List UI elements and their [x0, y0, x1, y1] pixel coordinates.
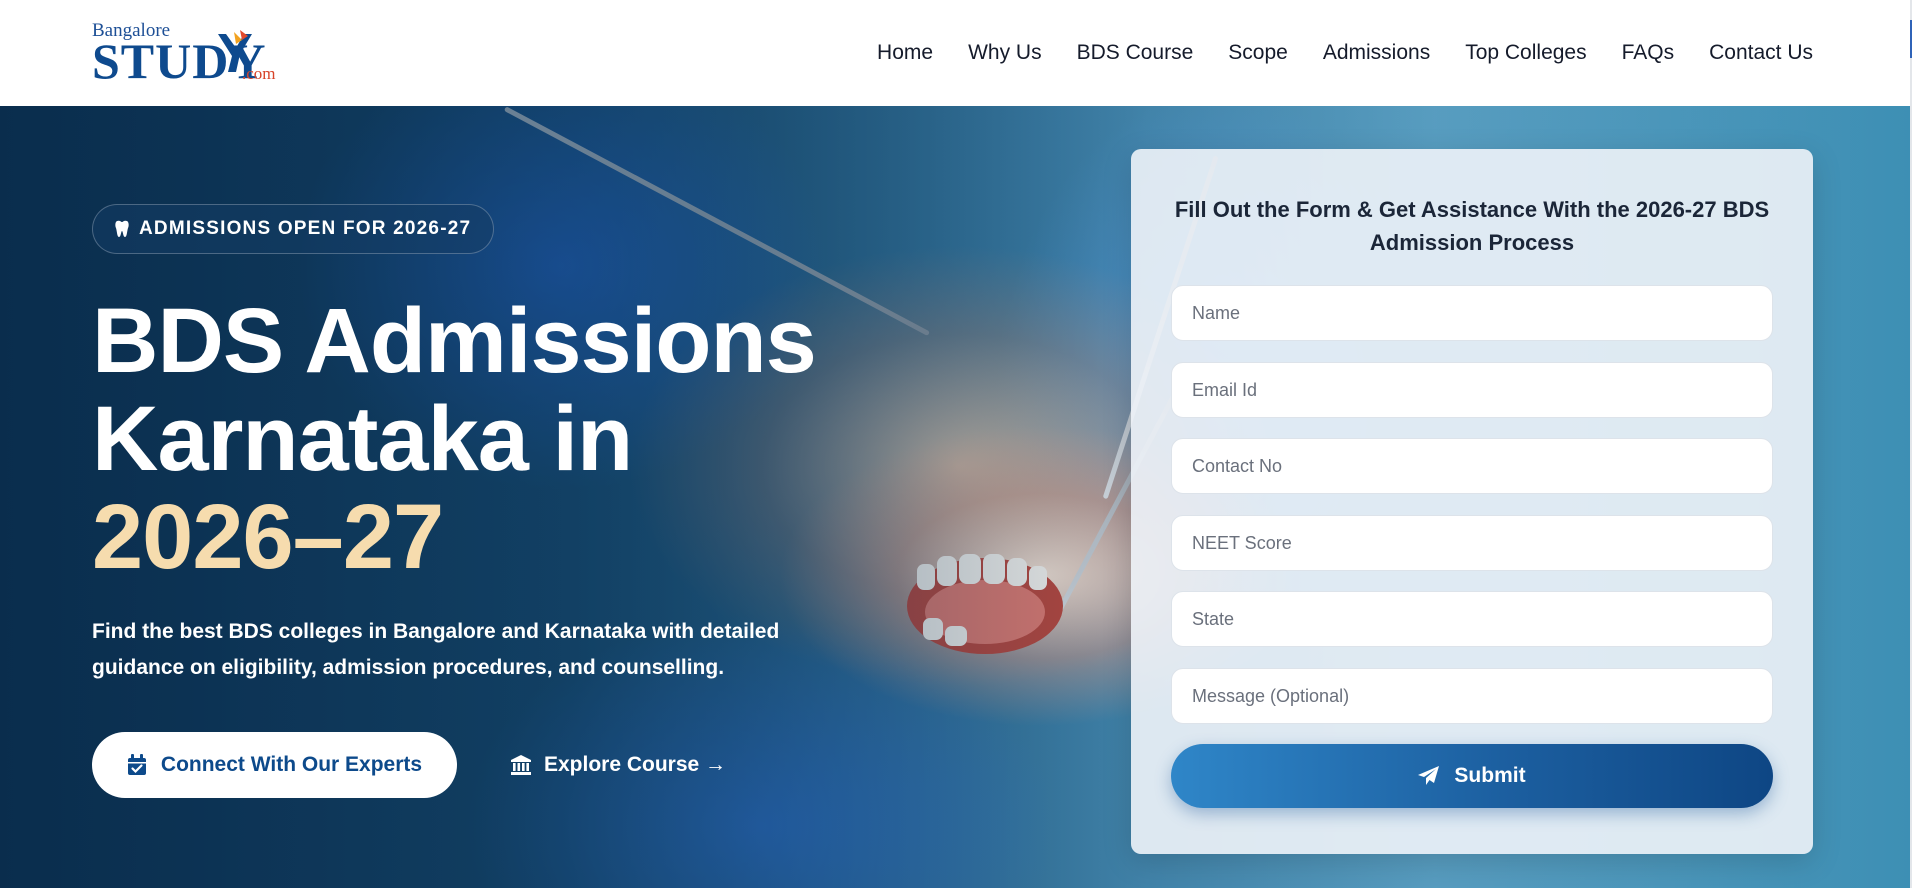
site-header: Bangalore STUDY .com Home Why Us BDS Cou…: [0, 0, 1912, 106]
explore-course-label: Explore Course →: [544, 753, 727, 776]
nav-home[interactable]: Home: [877, 41, 933, 65]
institution-icon: [511, 755, 531, 775]
message-field[interactable]: [1171, 668, 1773, 724]
form-title: Fill Out the Form & Get Assistance With …: [1174, 197, 1770, 255]
email-field[interactable]: [1171, 362, 1773, 418]
paper-plane-icon: [1418, 766, 1440, 785]
tooth-icon: [115, 220, 129, 237]
main-nav: Home Why Us BDS Course Scope Admissions …: [877, 0, 1813, 106]
hero-subtitle: Find the best BDS colleges in Bangalore …: [92, 620, 780, 679]
contact-field[interactable]: [1171, 438, 1773, 494]
nav-admissions[interactable]: Admissions: [1323, 41, 1430, 65]
connect-experts-label: Connect With Our Experts: [160, 753, 423, 776]
site-logo[interactable]: Bangalore STUDY .com: [92, 20, 292, 88]
explore-course-link[interactable]: Explore Course →: [510, 732, 726, 798]
calendar-check-icon: [127, 754, 146, 775]
nav-faqs[interactable]: FAQs: [1622, 41, 1675, 65]
nav-scope[interactable]: Scope: [1228, 41, 1288, 65]
nav-contact-us[interactable]: Contact Us: [1709, 41, 1813, 65]
neet-score-field[interactable]: [1171, 515, 1773, 571]
nav-top-colleges[interactable]: Top Colleges: [1465, 41, 1586, 65]
state-field[interactable]: [1171, 591, 1773, 647]
nav-why-us[interactable]: Why Us: [968, 41, 1042, 65]
admissions-open-badge: ADMISSIONS OPEN FOR 2026-27: [92, 204, 495, 254]
submit-label: Submit: [1454, 764, 1526, 787]
hero-title-highlight: 2026–27: [92, 486, 444, 588]
logo-domain: .com: [242, 64, 276, 83]
hero-title-line-2: Karnataka in: [92, 388, 633, 490]
hero-title: BDS Admissions Karnataka in 2026–27: [92, 292, 872, 586]
hero-title-line-1: BDS Admissions: [92, 290, 817, 392]
submit-button[interactable]: Submit: [1171, 744, 1773, 808]
enquiry-form-card: Fill Out the Form & Get Assistance With …: [1131, 149, 1813, 854]
badge-text: ADMISSIONS OPEN FOR 2026-27: [139, 218, 472, 239]
nav-bds-course[interactable]: BDS Course: [1077, 41, 1194, 65]
name-field[interactable]: [1171, 285, 1773, 341]
connect-experts-button[interactable]: Connect With Our Experts: [92, 732, 457, 798]
